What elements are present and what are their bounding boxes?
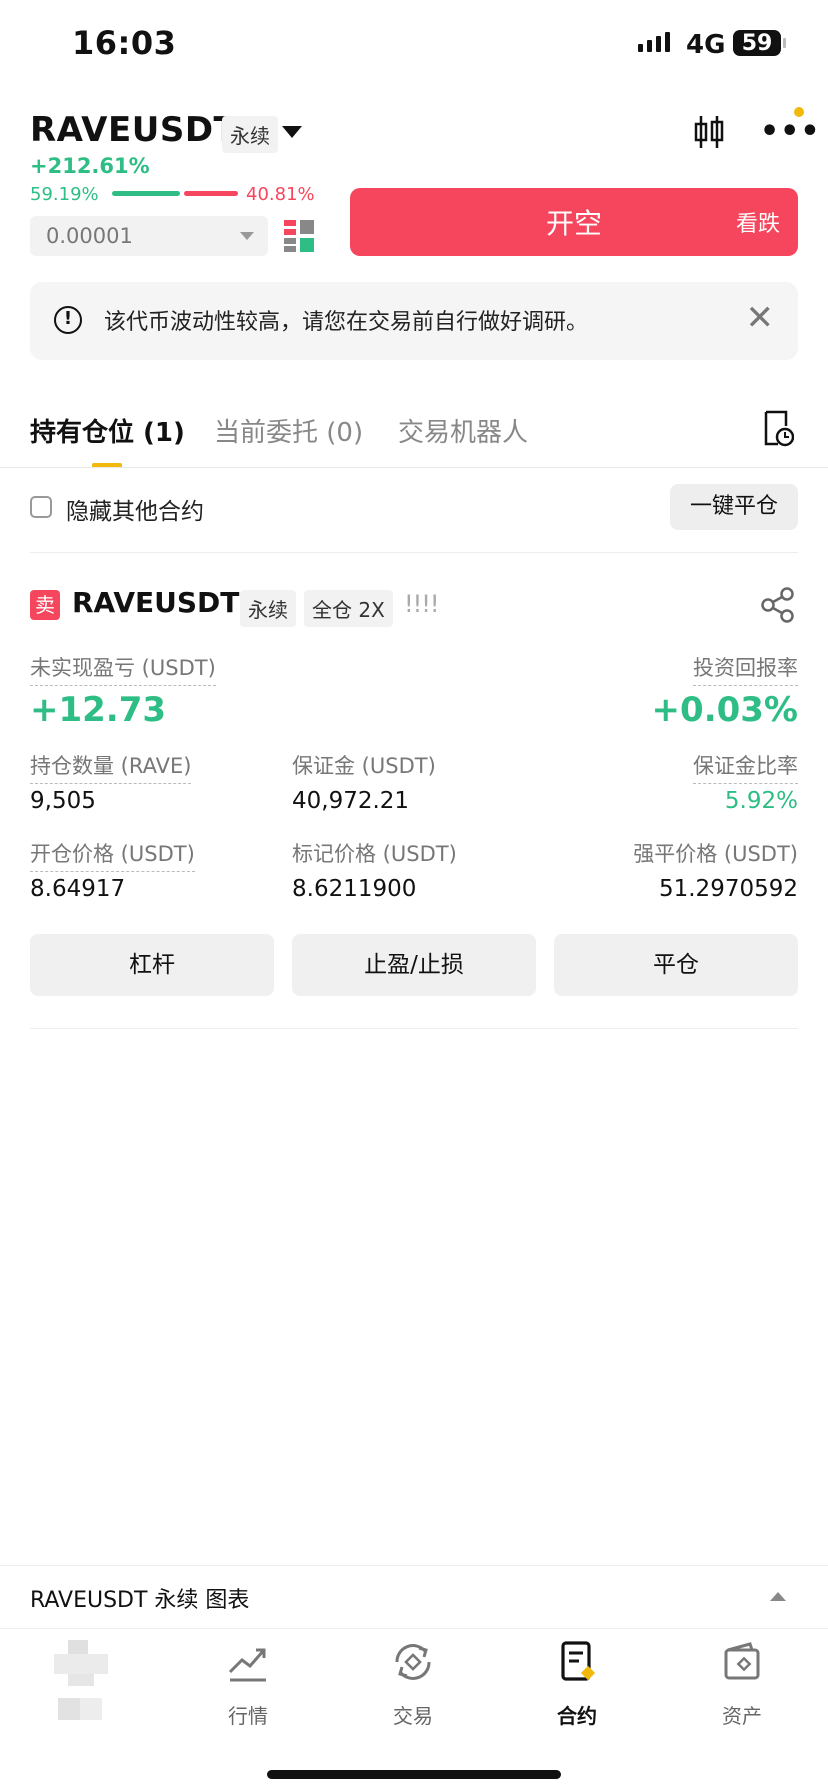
status-time: 16:03 (72, 24, 177, 62)
chevron-down-icon (240, 232, 254, 240)
short-ratio: 40.81% (246, 184, 315, 205)
contract-type-tag: 永续 (222, 116, 278, 153)
nav-contract-label: 合约 (557, 1704, 597, 1728)
mark-price-label: 标记价格 (USDT) (292, 842, 457, 866)
risk-notice: ! 该代币波动性较高，请您在交易前自行做好调研。 ✕ (30, 282, 798, 360)
more-icon[interactable]: ••• (760, 117, 821, 147)
side-badge: 卖 (30, 590, 60, 620)
margin-value: 40,972.21 (292, 788, 410, 814)
liquidation-price-value: 51.2970592 (658, 876, 798, 902)
mark-price-value: 8.6211900 (292, 876, 417, 902)
unrealized-pnl-label: 未实现盈亏 (USDT) (30, 652, 216, 686)
tabs-divider (0, 467, 828, 468)
signal-strength-icon (638, 32, 670, 52)
position-size-label: 持仓数量 (RAVE) (30, 750, 192, 784)
chart-bar-label: RAVEUSDT 永续 图表 (30, 1588, 250, 1613)
divider (30, 1028, 798, 1029)
nav-trade-label: 交易 (393, 1704, 433, 1728)
battery-level: 59 (741, 30, 773, 56)
open-short-sublabel: 看跌 (735, 212, 780, 237)
risk-notice-text: 该代币波动性较高，请您在交易前自行做好调研。 (104, 310, 589, 335)
chevron-up-icon (770, 1592, 786, 1601)
long-ratio-bar (112, 191, 180, 196)
nav-market-label: 行情 (228, 1704, 268, 1728)
entry-price-label: 开仓价格 (USDT) (30, 838, 195, 872)
margin-ratio-label: 保证金比率 (693, 750, 798, 784)
hide-others-label: 隐藏其他合约 (66, 499, 204, 525)
position-symbol[interactable]: RAVEUSDT (72, 586, 239, 619)
depth-precision-value: 0.00001 (46, 224, 133, 248)
margin-label: 保证金 (USDT) (292, 754, 436, 778)
open-short-button[interactable]: 开空 看跌 (350, 188, 798, 256)
tp-sl-button[interactable]: 止盈/止损 (292, 934, 536, 996)
unrealized-pnl-value: +12.73 (30, 690, 167, 730)
chart-collapse-bar[interactable]: RAVEUSDT 永续 图表 (0, 1565, 828, 1629)
trade-swap-icon (395, 1644, 431, 1680)
entry-price-value: 8.64917 (30, 876, 126, 902)
liquidation-price-label: 强平价格 (USDT) (633, 842, 798, 866)
wallet-icon (724, 1642, 760, 1680)
hide-others-checkbox[interactable] (30, 496, 52, 518)
price-change: +212.61% (30, 154, 150, 178)
info-icon: ! (54, 306, 82, 334)
home-indicator (267, 1770, 561, 1779)
candlestick-chart-icon[interactable] (692, 112, 726, 152)
orderbook-layout-icon[interactable] (284, 220, 314, 252)
nav-trade[interactable]: 交易 (353, 1640, 473, 1729)
pair-dropdown-icon[interactable] (282, 126, 302, 138)
position-margin-mode-tag[interactable]: 全仓 2X (304, 590, 393, 627)
divider (30, 552, 798, 553)
nav-market[interactable]: 行情 (188, 1640, 308, 1729)
position-size-value: 9,505 (30, 788, 96, 814)
margin-ratio-value: 5.92% (724, 788, 798, 814)
nav-contract[interactable]: 合约 (517, 1640, 637, 1729)
avatar[interactable] (54, 1640, 108, 1720)
roi-value: +0.03% (651, 690, 798, 730)
tab-trading-bots[interactable]: 交易机器人 (398, 412, 528, 449)
short-ratio-bar (184, 191, 238, 196)
risk-indicator: !!!! (404, 590, 439, 618)
close-all-button[interactable]: 一键平仓 (670, 484, 798, 530)
close-icon[interactable]: ✕ (746, 298, 775, 338)
pair-title[interactable]: RAVEUSDT (30, 110, 237, 150)
leverage-button[interactable]: 杠杆 (30, 934, 274, 996)
open-short-label: 开空 (545, 207, 602, 240)
close-position-button[interactable]: 平仓 (554, 934, 798, 996)
tab-open-orders[interactable]: 当前委托 (0) (214, 412, 363, 449)
network-type: 4G (686, 30, 726, 60)
roi-label: 投资回报率 (693, 652, 798, 686)
position-type-tag: 永续 (240, 590, 296, 627)
battery-icon: 59 (733, 30, 786, 56)
order-history-icon[interactable] (762, 410, 794, 448)
notification-dot (794, 107, 804, 117)
nav-assets-label: 资产 (722, 1704, 762, 1728)
market-chart-icon (228, 1648, 266, 1682)
share-icon[interactable] (760, 586, 796, 624)
contract-doc-icon (561, 1641, 596, 1681)
long-ratio: 59.19% (30, 184, 99, 205)
nav-assets[interactable]: 资产 (682, 1640, 802, 1729)
tab-positions[interactable]: 持有仓位 (1) (30, 412, 185, 449)
